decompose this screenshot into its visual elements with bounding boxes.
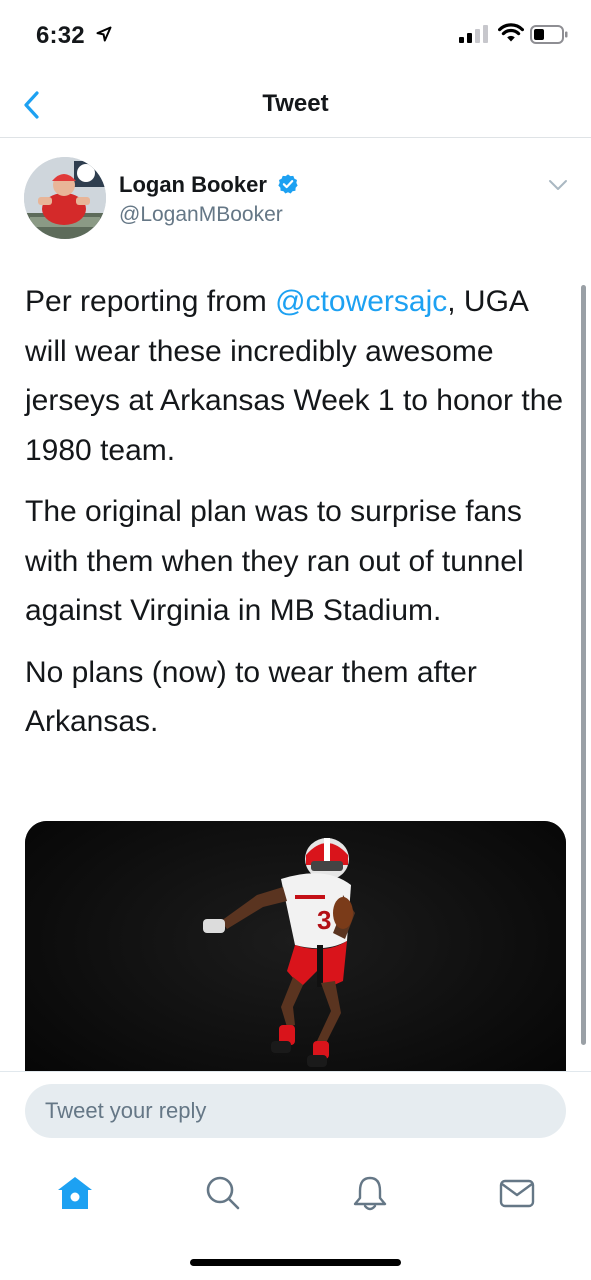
scrollbar[interactable] bbox=[581, 285, 586, 1045]
tweet-media-image[interactable]: 3 bbox=[25, 821, 566, 1071]
tweet-paragraph: The original plan was to surprise fans w… bbox=[25, 495, 524, 627]
tweet-body: Per reporting from @ctowersajc, UGA will… bbox=[25, 277, 570, 759]
author-name-text: Logan Booker bbox=[119, 172, 267, 197]
mail-icon[interactable] bbox=[497, 1173, 537, 1213]
avatar-image bbox=[24, 157, 106, 239]
svg-text:3: 3 bbox=[317, 905, 331, 935]
search-icon[interactable] bbox=[203, 1173, 243, 1213]
tweet-paragraph: No plans (now) to wear them after Arkans… bbox=[25, 655, 477, 739]
reply-input[interactable] bbox=[45, 1084, 545, 1138]
page-title: Tweet bbox=[262, 90, 329, 117]
home-indicator[interactable] bbox=[190, 1259, 401, 1266]
author-handle[interactable]: @LoganMBooker bbox=[119, 203, 283, 227]
nav-bar: Tweet bbox=[0, 70, 591, 138]
mention-link[interactable]: @ctowersajc bbox=[275, 285, 447, 318]
avatar[interactable] bbox=[24, 157, 106, 239]
verified-badge-icon bbox=[278, 174, 298, 194]
status-time: 6:32 bbox=[36, 22, 85, 49]
chevron-down-icon[interactable] bbox=[548, 179, 568, 191]
status-bar: 6:32 bbox=[0, 0, 591, 70]
tweet-text-prefix: Per reporting from bbox=[25, 285, 276, 318]
location-arrow-icon bbox=[96, 26, 112, 42]
author-name[interactable]: Logan Booker bbox=[119, 172, 299, 198]
bottom-bar bbox=[0, 1071, 591, 1280]
battery-icon bbox=[530, 25, 568, 44]
tweet-detail: Logan Booker @LoganMBooker Per reporting… bbox=[0, 139, 591, 1071]
reply-box[interactable] bbox=[25, 1084, 566, 1138]
cellular-signal-icon bbox=[459, 25, 488, 43]
tweet-paragraph: Per reporting from @ctowersajc, UGA will… bbox=[25, 277, 570, 475]
home-icon[interactable] bbox=[55, 1173, 95, 1213]
wifi-icon bbox=[498, 23, 524, 42]
bell-icon[interactable] bbox=[350, 1173, 390, 1213]
football-player-photo: 3 bbox=[25, 821, 566, 1071]
